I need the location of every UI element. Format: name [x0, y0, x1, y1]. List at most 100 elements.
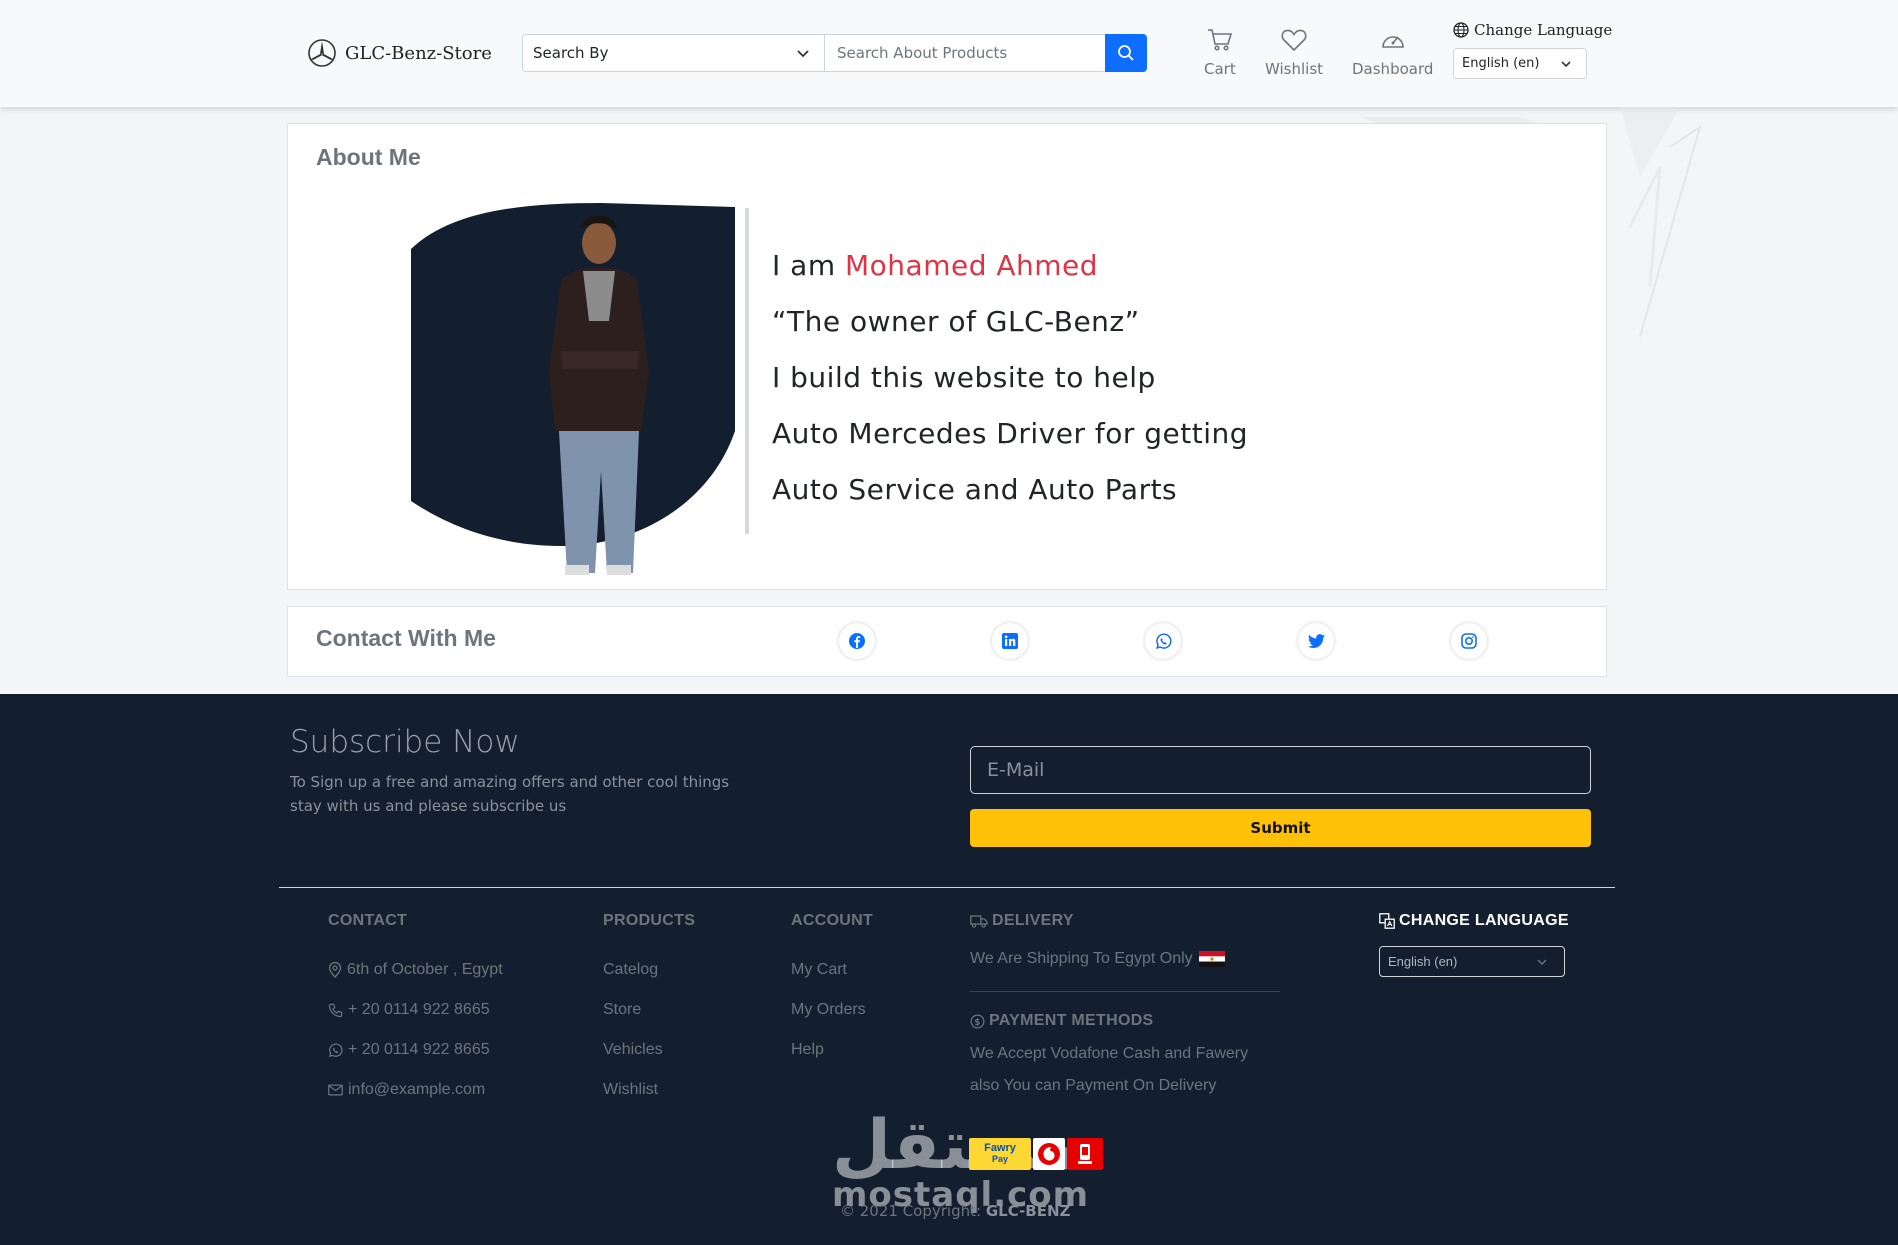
footer-link-my-cart[interactable]: My Cart	[791, 950, 873, 990]
footer-products-title: PRODUCTS	[603, 912, 696, 929]
top-navbar: GLC-Benz-Store Search By Cart Wishlist D…	[0, 0, 1898, 107]
twitter-link[interactable]	[1298, 623, 1334, 659]
svg-text:$: $	[974, 1016, 980, 1026]
cash-badge	[1067, 1138, 1103, 1170]
search-by-select[interactable]: Search By	[523, 35, 825, 71]
search-bar: Search By	[522, 34, 1147, 72]
footer-payment-line: also You can Payment On Delivery	[970, 1077, 1217, 1094]
footer-payment-title: $ PAYMENT METHODS	[970, 1012, 1290, 1030]
heart-icon	[1281, 29, 1307, 52]
search-button[interactable]	[1105, 34, 1147, 72]
nav-wishlist[interactable]: Wishlist	[1265, 28, 1323, 78]
fawry-badge: Fawry Pay	[969, 1138, 1031, 1170]
footer-phone-text: + 20 0114 922 8665	[348, 1001, 490, 1018]
footer-link-store[interactable]: Store	[603, 990, 695, 1030]
footer-language-select[interactable]: English (en)	[1379, 946, 1565, 977]
truck-icon	[970, 914, 988, 928]
envelope-icon	[328, 1084, 343, 1096]
mercedes-star-icon	[308, 39, 336, 67]
footer-phone[interactable]: + 20 0114 922 8665	[328, 990, 503, 1030]
about-text: I am Mohamed Ahmed “The owner of GLC-Ben…	[772, 238, 1248, 518]
footer-email-text: info@example.com	[348, 1081, 486, 1098]
change-language-label: Change Language	[1453, 21, 1612, 39]
globe-icon	[1453, 22, 1469, 38]
about-intro: I am	[772, 249, 845, 282]
footer-link-wishlist[interactable]: Wishlist	[603, 1070, 695, 1110]
payment-badges: Fawry Pay	[969, 1138, 1103, 1170]
footer-link-catalog[interactable]: Catelog	[603, 950, 695, 990]
search-by-label: Search By	[533, 44, 609, 62]
footer-link-my-orders[interactable]: My Orders	[791, 990, 873, 1030]
footer-delivery-title: DELIVERY	[970, 912, 1290, 930]
chevron-down-icon	[797, 50, 809, 58]
footer-address: 6th of October , Egypt	[328, 950, 503, 990]
about-intro-line: I am Mohamed Ahmed	[772, 238, 1248, 294]
speedometer-icon	[1381, 36, 1404, 48]
phone-icon	[328, 1003, 343, 1017]
language-select[interactable]: English (en)	[1453, 48, 1587, 79]
instagram-icon	[1461, 633, 1477, 649]
owner-name: Mohamed Ahmed	[845, 249, 1099, 282]
footer-language-title-text: CHANGE LANGUAGE	[1399, 912, 1569, 929]
mobile-wallet-icon	[1078, 1144, 1092, 1164]
footer-language-title: CHANGE LANGUAGE	[1379, 912, 1569, 930]
facebook-link[interactable]	[839, 623, 875, 659]
cart-icon	[1207, 29, 1232, 51]
footer-email[interactable]: info@example.com	[328, 1070, 503, 1110]
map-pin-icon	[328, 962, 342, 978]
footer-delivery-text-label: We Are Shipping To Egypt Only	[970, 950, 1193, 967]
copyright: © 2021 Copyright: GLC-BENZ	[840, 1202, 1070, 1220]
instagram-link[interactable]	[1451, 623, 1487, 659]
footer-link-vehicles[interactable]: Vehicles	[603, 1030, 695, 1070]
translate-icon	[1379, 913, 1395, 929]
footer-whatsapp[interactable]: + 20 0114 922 8665	[328, 1030, 503, 1070]
contact-with-me-card: Contact With Me	[287, 606, 1607, 677]
footer-products-column: PRODUCTS Catelog Store Vehicles Wishlist	[603, 912, 695, 1110]
footer-address-text: 6th of October , Egypt	[347, 961, 503, 978]
footer-account-title: ACCOUNT	[791, 912, 874, 929]
brand-name: GLC-Benz-Store	[345, 42, 492, 64]
about-line: Auto Service and Auto Parts	[772, 473, 1178, 506]
facebook-icon	[849, 633, 865, 649]
contact-with-me-title: Contact With Me	[316, 625, 496, 651]
fawry-label: Fawry	[984, 1142, 1016, 1154]
about-line: “The owner of GLC-Benz”	[772, 305, 1140, 338]
nav-dashboard[interactable]: Dashboard	[1352, 28, 1433, 78]
twitter-icon	[1307, 633, 1325, 648]
footer-delivery-column: DELIVERY We Are Shipping To Egypt Only $…	[970, 912, 1290, 1102]
footer-language-selected: English (en)	[1388, 954, 1458, 969]
linkedin-link[interactable]	[992, 623, 1028, 659]
footer-divider	[279, 887, 1615, 888]
whatsapp-icon	[329, 1043, 343, 1057]
whatsapp-link[interactable]	[1145, 623, 1181, 659]
egypt-flag-icon	[1198, 951, 1225, 967]
about-line: I build this website to help	[772, 361, 1156, 394]
subscribe-text-line: stay with us and please subscribe us	[290, 797, 567, 815]
coin-icon: $	[970, 1014, 985, 1028]
nav-cart[interactable]: Cart	[1204, 28, 1236, 78]
whatsapp-icon	[1155, 632, 1172, 649]
search-icon	[1118, 45, 1134, 61]
footer-payment-line: We Accept Vodafone Cash and Fawery	[970, 1045, 1249, 1062]
submit-button[interactable]: Submit	[970, 809, 1591, 847]
about-line: Auto Mercedes Driver for getting	[772, 417, 1249, 450]
footer-contact-title: CONTACT	[328, 912, 408, 929]
about-me-title: About Me	[316, 144, 421, 170]
footer-payment-text: We Accept Vodafone Cash and Fawery also …	[970, 1038, 1290, 1102]
search-input[interactable]	[825, 35, 1105, 71]
footer-account-column: ACCOUNT My Cart My Orders Help	[791, 912, 873, 1070]
chevron-down-icon	[1537, 959, 1547, 965]
copyright-brand[interactable]: GLC-BENZ	[986, 1202, 1071, 1220]
language-selected: English (en)	[1462, 56, 1540, 71]
footer-delivery-divider	[970, 991, 1280, 992]
about-me-card: About Me I am Mohamed Ahmed “The owner o…	[287, 123, 1607, 590]
nav-dashboard-label: Dashboard	[1352, 60, 1434, 78]
footer-delivery-text: We Are Shipping To Egypt Only	[970, 950, 1290, 968]
language-switcher: Change Language English (en)	[1453, 21, 1612, 79]
divider-line	[745, 208, 749, 534]
footer-link-help[interactable]: Help	[791, 1030, 873, 1070]
brand-logo[interactable]: GLC-Benz-Store	[307, 38, 492, 68]
nav-cart-label: Cart	[1204, 60, 1236, 78]
email-input[interactable]	[970, 746, 1591, 794]
footer-whatsapp-text: + 20 0114 922 8665	[348, 1041, 490, 1058]
